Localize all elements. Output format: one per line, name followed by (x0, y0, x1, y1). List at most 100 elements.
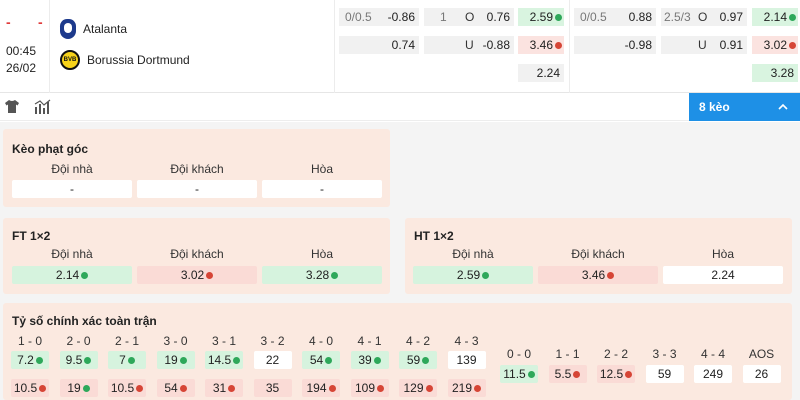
score-home-odd-box[interactable]: 14.5 (205, 351, 243, 369)
score-away-odd-box[interactable]: 31 (205, 379, 243, 397)
ft-ah-home-odd: 0.88 (628, 10, 652, 24)
match-row[interactable]: - - 00:45 26/02 Atalanta BVB Borussia Do… (0, 0, 800, 93)
score-away-odd-box[interactable]: 54 (156, 379, 195, 397)
ft-ou-under-label: U (698, 38, 707, 52)
score-home-odd-box[interactable]: 9.5 (59, 351, 98, 369)
arrow-up-icon (233, 356, 241, 364)
home-team[interactable]: Atalanta (60, 19, 127, 39)
score-away-odd-box[interactable]: 10.5 (108, 379, 146, 397)
ft-draw-odd-box[interactable]: 3.28 (262, 266, 382, 284)
score-label-home: 3 - 1 (211, 334, 236, 348)
ft-ou-over-odd: 0.97 (719, 10, 743, 24)
score-away-odd-box[interactable]: 129 (399, 379, 437, 397)
score-home-odd-box[interactable]: 22 (253, 351, 292, 369)
score-label-home: 4 - 0 (308, 334, 333, 348)
ft-ou-over-label: O (698, 10, 708, 24)
score-home-odd: 19 (164, 353, 178, 367)
odds-count-button[interactable]: 8 kèo (689, 93, 800, 121)
ht-home-odd: 2.59 (456, 268, 481, 282)
ft-x12-home-odd: 2.14 (763, 10, 787, 24)
score-home-odd-box[interactable]: 19 (156, 351, 195, 369)
arrow-up-icon (527, 370, 535, 378)
corner-odds-panel: Kèo phạt góc Đội nhà Đội khách Hòa - - - (3, 129, 390, 207)
arrow-down-icon (328, 384, 336, 392)
score-home-odd: 22 (265, 353, 280, 367)
score-home-odd: 39 (358, 353, 372, 367)
ht-home-odd-box[interactable]: 2.59 (413, 266, 533, 284)
score-home-odd-box[interactable]: 59 (399, 351, 437, 369)
arrow-down-icon (206, 271, 214, 279)
score-draw-odd-box[interactable]: 12.5 (597, 365, 635, 383)
ou-line: 1 (440, 10, 447, 24)
arrow-up-icon (373, 356, 381, 364)
score-label-draw: 1 - 1 (555, 347, 580, 361)
score-draw-odd-box[interactable]: 26 (742, 365, 781, 383)
score-away-odd-box[interactable]: 109 (350, 379, 389, 397)
score-draw-odd-box[interactable]: 59 (645, 365, 684, 383)
score-home-odd-box[interactable]: 7.2 (11, 351, 49, 369)
score-away-odd: 219 (451, 381, 473, 395)
arrow-up-icon (422, 356, 430, 364)
ft-x12-away-cell: 3.02 (752, 36, 798, 54)
arrow-down-icon (39, 384, 47, 392)
ft-ou-under-odd: 0.91 (719, 38, 743, 52)
corner-draw-odd[interactable]: - (262, 180, 382, 198)
corner-home-odd[interactable]: - (12, 180, 132, 198)
x12-draw-odd: 2.24 (536, 66, 560, 80)
ft-ah-line: 0/0.5 (580, 10, 607, 24)
match-toolbar (0, 93, 800, 121)
arrow-up-icon (127, 356, 135, 364)
home-score: - (6, 14, 11, 30)
score-away-odd-box[interactable]: 219 (447, 379, 486, 397)
stats-icon[interactable] (34, 99, 52, 114)
score-draw-odd-box[interactable]: 5.5 (548, 365, 587, 383)
ft-draw-odd: 3.28 (305, 268, 330, 282)
away-team[interactable]: BVB Borussia Dortmund (60, 50, 190, 70)
column-divider (569, 0, 570, 93)
arrow-down-icon (625, 370, 633, 378)
ft-header-draw: Hòa (310, 247, 333, 261)
score-draw-odd-box[interactable]: 11.5 (500, 365, 538, 383)
score-away-odd-box[interactable]: 19 (59, 379, 98, 397)
ht-away-odd-box[interactable]: 3.46 (538, 266, 658, 284)
score-away-odd-box[interactable]: 194 (302, 379, 340, 397)
arrow-down-icon (607, 271, 615, 279)
score-home-odd: 14.5 (207, 353, 232, 367)
score-home-odd-box[interactable]: 139 (447, 351, 486, 369)
arrow-down-icon (377, 384, 385, 392)
score-draw-odd-box[interactable]: 249 (694, 365, 732, 383)
corner-away-odd[interactable]: - (137, 180, 257, 198)
arrow-up-icon (82, 384, 90, 392)
score-away-odd-box[interactable]: 35 (253, 379, 292, 397)
teams-block: Atalanta BVB Borussia Dortmund (50, 0, 335, 93)
x12-home-odd: 2.59 (529, 10, 553, 24)
away-score: - (38, 14, 43, 30)
ft-away-odd: 3.02 (180, 268, 205, 282)
score-draw-odd: 5.5 (554, 367, 572, 381)
arrow-up-icon (482, 271, 490, 279)
correct-score-panel: Tỷ số chính xác toàn trận 1 - 0 7.2 10.5 2 … (3, 303, 792, 400)
match-time: 00:45 (6, 44, 37, 58)
ht-draw-odd-box[interactable]: 2.24 (663, 266, 783, 284)
ft-away-odd-box[interactable]: 3.02 (137, 266, 257, 284)
score-home-odd: 9.5 (65, 353, 83, 367)
score-label-draw: 0 - 0 (506, 347, 531, 361)
score-away-odd-box[interactable]: 10.5 (11, 379, 49, 397)
score-away-odd: 10.5 (110, 381, 135, 395)
score-home-odd-box[interactable]: 7 (108, 351, 146, 369)
score-label-home: 2 - 0 (66, 334, 91, 348)
score-home-odd-box[interactable]: 54 (302, 351, 340, 369)
x12-away-cell: 3.46 (518, 36, 564, 54)
score-label-home: 4 - 2 (405, 334, 430, 348)
score-away-odd: 31 (212, 381, 227, 395)
score-away-odd: 109 (354, 381, 376, 395)
corner-header-home: Đội nhà (51, 162, 93, 176)
ah-away-odd: 0.74 (391, 38, 415, 52)
x12-home-cell: 2.59 (518, 8, 564, 26)
score-label-home: 1 - 0 (17, 334, 42, 348)
score-draw-odd: 11.5 (503, 367, 526, 381)
score-home-odd-box[interactable]: 39 (350, 351, 389, 369)
shirt-icon[interactable] (5, 100, 19, 113)
ft-home-odd-box[interactable]: 2.14 (12, 266, 132, 284)
ft-x12-home-cell: 2.14 (752, 8, 798, 26)
